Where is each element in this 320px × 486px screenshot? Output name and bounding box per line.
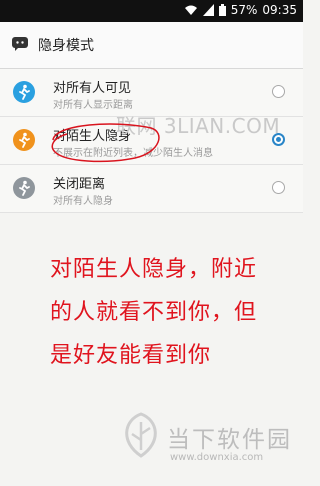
option-subtitle: 对所有人显示距离 — [53, 100, 133, 111]
annotation-line: 是好友能看到你 — [50, 343, 212, 368]
brand-name: 当下软件园 — [167, 427, 292, 453]
radio-button[interactable] — [272, 85, 285, 98]
walking-person-icon — [13, 81, 35, 103]
option-title: 对所有人可见 — [53, 81, 132, 96]
page-title: 隐身模式 — [38, 38, 94, 54]
walking-person-icon — [13, 177, 35, 199]
brand-url: www.downxia.com — [170, 452, 264, 463]
option-subtitle: 对所有人隐身 — [53, 196, 113, 207]
annotation-text: 对陌生人隐身，附近 的人就看不到你，但 是好友能看到你 — [50, 248, 290, 377]
battery-percent: 57% — [230, 3, 258, 17]
status-bar: 57% 09:35 — [0, 0, 303, 22]
status-icons: 57% 09:35 — [184, 3, 297, 17]
battery-icon — [218, 4, 226, 16]
annotation-line: 的人就看不到你，但 — [50, 300, 258, 325]
leaf-logo-icon — [125, 412, 157, 458]
wifi-icon — [184, 4, 198, 16]
clock: 09:35 — [262, 3, 297, 17]
option-disable-distance[interactable]: 关闭距离 对所有人隐身 — [0, 165, 303, 213]
option-title: 关闭距离 — [53, 177, 106, 192]
chat-bubble-icon[interactable] — [12, 36, 28, 55]
highlight-circle — [51, 123, 160, 163]
annotation-line: 对陌生人隐身，附近 — [50, 257, 258, 282]
walking-person-icon — [13, 129, 35, 151]
signal-icon — [202, 4, 214, 16]
app-bar: 隐身模式 — [0, 22, 303, 69]
radio-button[interactable] — [272, 181, 285, 194]
